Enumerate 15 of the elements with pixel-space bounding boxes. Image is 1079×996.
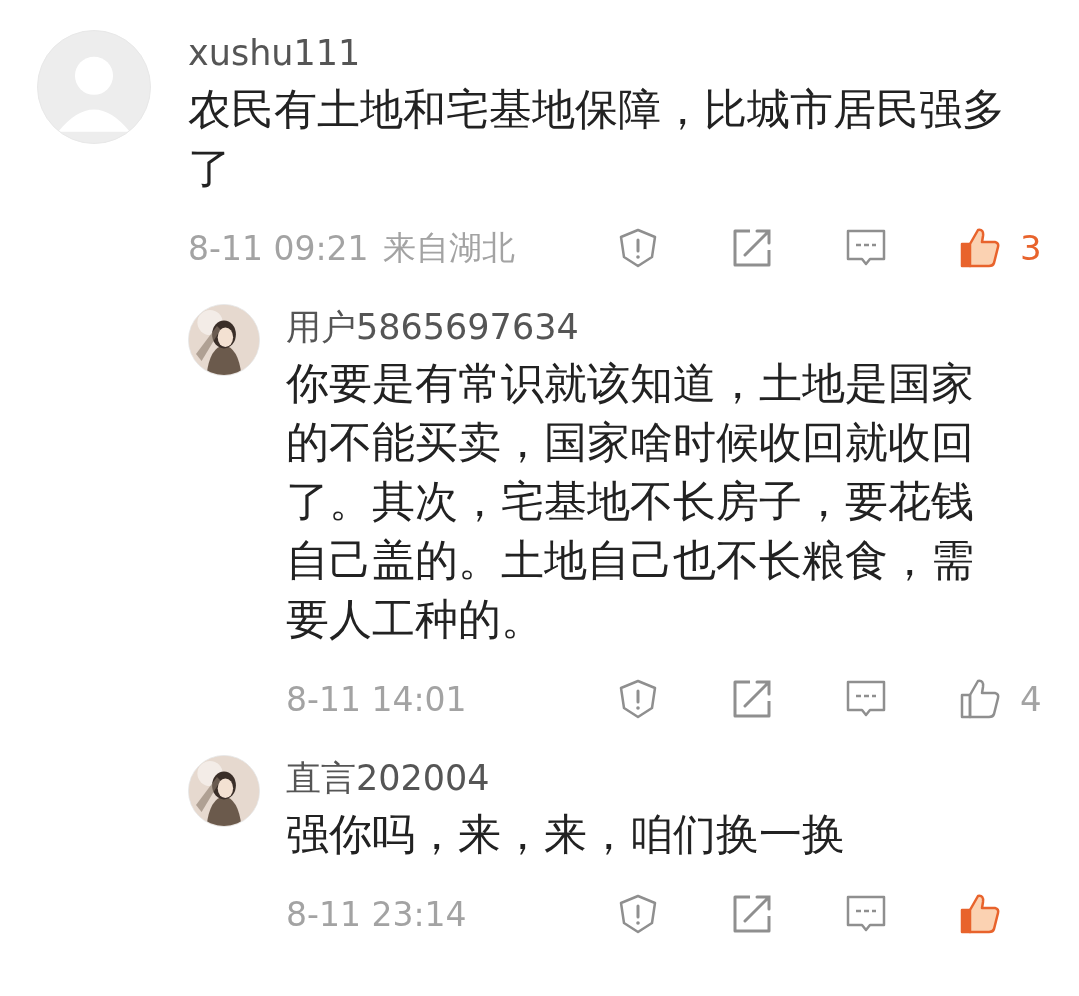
comment-time: 8-11 23:14 xyxy=(286,894,467,934)
comment-text: 强你吗，来，来，咱们换一换 xyxy=(286,808,846,861)
like-count: 3 xyxy=(1020,228,1043,268)
user-name[interactable]: 用户5865697634 xyxy=(286,304,1079,350)
thumbs-up-icon[interactable] xyxy=(958,677,1002,721)
like-count: 4 xyxy=(1020,679,1043,719)
comment-text: 你要是有常识就该知道，土地是国家的不能买卖，国家啥时候收回就收回了。其次，宅基地不长房子，要花钱自己盖的。土地自己也不长粮食，需要人工种的。 xyxy=(286,357,975,646)
user-name[interactable]: xushu111 xyxy=(188,30,1079,76)
thumbs-up-icon[interactable] xyxy=(958,226,1002,270)
comment-time: 8-11 14:01 xyxy=(286,679,467,719)
user-name[interactable]: 直言202004 xyxy=(286,755,1079,801)
comment-text: 农民有土地和宅基地保障，比城市居民强多了 xyxy=(188,83,1006,195)
comment-time: 8-11 09:21 xyxy=(188,228,369,268)
comment-location: 来自湖北 xyxy=(382,226,515,269)
thumbs-up-icon[interactable] xyxy=(958,892,1002,936)
